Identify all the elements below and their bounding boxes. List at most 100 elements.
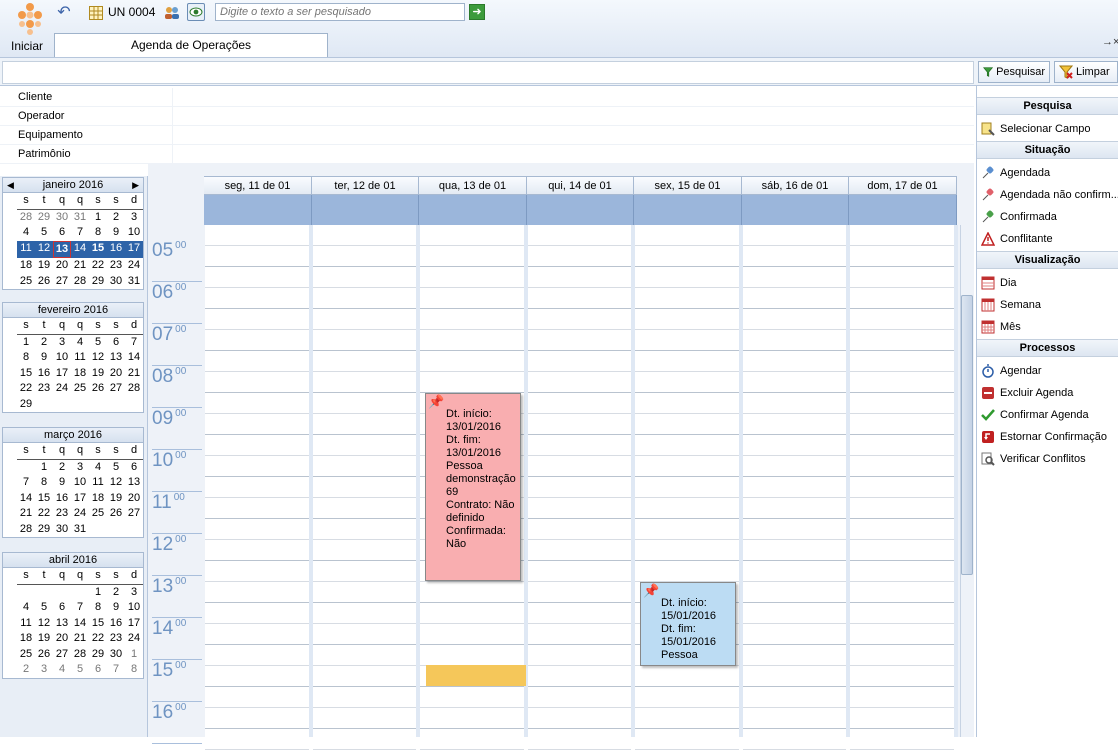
calendar-day[interactable]: 27 (53, 647, 71, 663)
calendar-day[interactable]: 7 (107, 662, 125, 678)
time-slot[interactable] (420, 582, 524, 603)
time-slot[interactable] (528, 414, 631, 435)
time-slot[interactable] (850, 519, 954, 540)
time-slot[interactable] (420, 351, 524, 372)
time-slot[interactable] (743, 477, 846, 498)
calendar-day[interactable]: 10 (125, 225, 143, 241)
time-slot[interactable] (205, 477, 309, 498)
calendar-day[interactable]: 29 (17, 397, 35, 413)
time-slot[interactable] (635, 267, 739, 288)
calendar-day[interactable]: 3 (125, 210, 143, 226)
calendar-day[interactable]: 13 (107, 350, 125, 366)
time-slot[interactable] (743, 330, 846, 351)
time-slot[interactable] (313, 540, 416, 561)
time-slot[interactable] (635, 687, 739, 708)
calendar-day[interactable]: 24 (53, 381, 71, 397)
time-slot[interactable] (850, 561, 954, 582)
time-slot[interactable] (635, 729, 739, 750)
time-slot[interactable] (528, 393, 631, 414)
calendar-day[interactable]: 18 (17, 631, 35, 647)
time-slot[interactable] (313, 624, 416, 645)
time-slot[interactable] (528, 687, 631, 708)
time-slot[interactable] (205, 666, 309, 687)
calendar-day[interactable]: 28 (17, 522, 35, 538)
time-slot[interactable] (528, 477, 631, 498)
time-slot[interactable] (743, 645, 846, 666)
time-slot[interactable] (313, 225, 416, 246)
calendar-day[interactable]: 24 (71, 506, 89, 522)
calendar-day[interactable]: 4 (89, 460, 107, 476)
time-slot[interactable] (313, 687, 416, 708)
selected-time-slot[interactable] (426, 665, 526, 686)
time-slot[interactable] (420, 603, 524, 624)
time-slot[interactable] (635, 288, 739, 309)
filter-value-field[interactable] (172, 145, 972, 163)
time-slot[interactable] (850, 435, 954, 456)
time-slot[interactable] (313, 372, 416, 393)
calendar-day[interactable]: 30 (107, 274, 125, 290)
calendar-day[interactable]: 24 (125, 631, 143, 647)
time-slot[interactable] (205, 540, 309, 561)
time-slot[interactable] (313, 582, 416, 603)
calendar-day[interactable]: 20 (53, 258, 71, 274)
time-slot[interactable] (850, 666, 954, 687)
calendar-day[interactable]: 28 (17, 210, 35, 226)
calendar-day[interactable]: 25 (71, 381, 89, 397)
calendar-day[interactable]: 25 (17, 274, 35, 290)
sidebar-item-confirmar-agenda[interactable]: Confirmar Agenda (980, 405, 1118, 425)
calendar-day[interactable]: 20 (53, 631, 71, 647)
calendar-day[interactable]: 27 (125, 506, 143, 522)
calendar-day[interactable]: 13 (125, 475, 143, 491)
calendar-day[interactable]: 20 (125, 491, 143, 507)
time-slot[interactable] (635, 393, 739, 414)
time-slot[interactable] (205, 498, 309, 519)
calendar-day[interactable]: 4 (71, 335, 89, 351)
time-slot[interactable] (205, 267, 309, 288)
calendar-day[interactable]: 1 (17, 335, 35, 351)
calendar-day[interactable]: 11 (89, 475, 107, 491)
calendar-day[interactable]: 21 (17, 506, 35, 522)
time-slot[interactable] (528, 603, 631, 624)
calendar-day[interactable]: 19 (35, 631, 53, 647)
time-slot[interactable] (743, 456, 846, 477)
time-slot[interactable] (420, 687, 524, 708)
calendar-day[interactable]: 21 (71, 258, 89, 274)
time-slot[interactable] (313, 351, 416, 372)
tab-pin-icon[interactable]: →× (1102, 36, 1118, 48)
time-slot[interactable] (850, 372, 954, 393)
time-slot[interactable] (743, 582, 846, 603)
time-slot[interactable] (205, 729, 309, 750)
clear-button[interactable]: Limpar (1054, 61, 1118, 83)
time-slot[interactable] (205, 519, 309, 540)
appointment-card[interactable]: 📌 Dt. início: 13/01/2016 Dt. fim: 13/01/2016… (425, 393, 521, 581)
calendar-day[interactable]: 19 (89, 366, 107, 382)
calendar-day[interactable]: 26 (107, 506, 125, 522)
calendar-day[interactable]: 22 (17, 381, 35, 397)
sidebar-item-m-s[interactable]: Mês (980, 317, 1118, 337)
time-slot[interactable] (528, 519, 631, 540)
time-slot[interactable] (635, 330, 739, 351)
time-slot[interactable] (850, 414, 954, 435)
time-slot[interactable] (205, 225, 309, 246)
calendar-day[interactable]: 26 (89, 381, 107, 397)
calendar-day[interactable]: 8 (125, 662, 143, 678)
all-day-cell[interactable] (204, 195, 312, 225)
time-slot[interactable] (205, 561, 309, 582)
day-header[interactable]: qua, 13 de 01 (419, 176, 527, 195)
time-slot[interactable] (743, 708, 846, 729)
calendar-day[interactable]: 11 (17, 240, 35, 258)
time-slot[interactable] (528, 456, 631, 477)
calendar-day[interactable]: 30 (107, 647, 125, 663)
time-slot[interactable] (313, 330, 416, 351)
calendar-day[interactable]: 31 (125, 274, 143, 290)
time-slot[interactable] (528, 246, 631, 267)
all-day-cell[interactable] (634, 195, 742, 225)
filter-value-field[interactable] (172, 107, 972, 125)
time-slot[interactable] (528, 666, 631, 687)
calendar-day[interactable]: 15 (89, 616, 107, 632)
time-slot[interactable] (205, 456, 309, 477)
time-slot[interactable] (743, 540, 846, 561)
sidebar-item-agendar[interactable]: Agendar (980, 361, 1118, 381)
time-slot[interactable] (205, 330, 309, 351)
calendar-day[interactable]: 3 (35, 662, 53, 678)
